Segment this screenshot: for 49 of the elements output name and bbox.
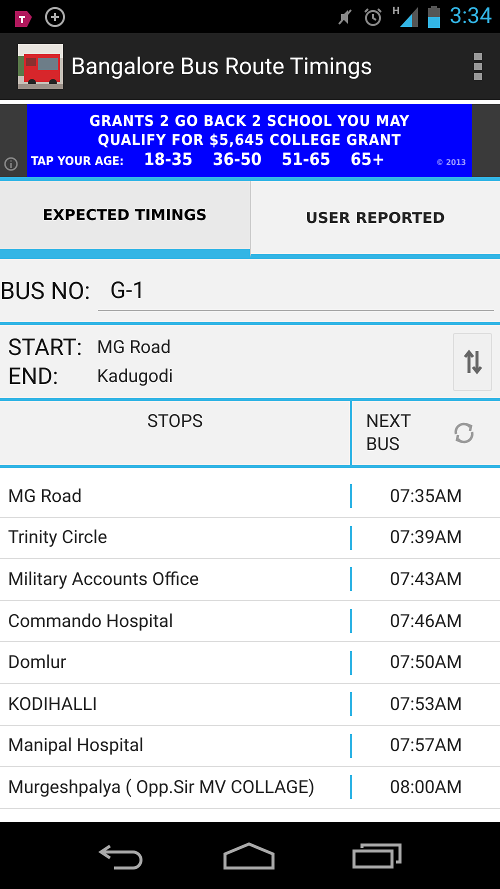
bus-time: 07:57AM <box>388 735 464 756</box>
bus-time: 07:53AM <box>388 694 464 715</box>
end-stop: Kadugodi <box>97 366 174 386</box>
bus-number-label: BUS NO: <box>0 276 90 304</box>
alarm-icon <box>362 6 383 26</box>
start-stop: MG Road <box>97 336 172 358</box>
stop-name: Manipal Hospital <box>7 735 145 756</box>
app-title: Bangalore Bus Route Timings <box>71 53 374 80</box>
stop-name: Commando Hospital <box>7 610 174 632</box>
stop-name: Trinity Circle <box>7 527 108 548</box>
info-icon[interactable] <box>4 157 18 171</box>
bus-time: 07:39AM <box>388 527 464 548</box>
age-option[interactable]: 36-50 <box>212 150 262 170</box>
battery-icon <box>428 6 440 28</box>
bus-time: 07:35AM <box>388 486 464 507</box>
swap-arrows-icon <box>462 348 482 374</box>
mute-icon <box>336 8 353 26</box>
ad-copyright: © 2013 <box>436 158 466 166</box>
end-label: END: <box>8 362 60 390</box>
tab[interactable]: EXPECTED TIMINGS <box>0 181 250 257</box>
bus-time: 08:00AM <box>388 776 464 798</box>
stop-name: KODIHALLI <box>7 694 98 715</box>
bus-time: 07:43AM <box>388 568 464 590</box>
overflow-menu-icon[interactable] <box>474 52 482 80</box>
ad-prompt: TAP YOUR AGE: <box>31 154 124 168</box>
bus-time: 07:50AM <box>388 652 464 674</box>
stop-name: Murgeshpalya ( Opp.Sir MV COLLAGE) <box>7 776 316 798</box>
clock-time: 3:34 <box>450 4 492 29</box>
ad-headline: QUALIFY FOR $5,645 COLLEGE GRANT <box>98 130 402 150</box>
swap-button[interactable] <box>453 332 492 390</box>
signal-icon <box>400 6 418 26</box>
column-header: NEXT BUS <box>366 410 412 456</box>
bus-number-field[interactable]: G-1 <box>98 270 494 311</box>
home-icon[interactable] <box>222 842 275 870</box>
age-option[interactable]: 65+ <box>350 150 385 170</box>
refresh-icon[interactable] <box>452 421 476 445</box>
recent-apps-icon[interactable] <box>352 842 402 868</box>
ad-banner[interactable]: GRANTS 2 GO BACK 2 SCHOOL YOU MAY QUALIFY FOR $5,645 COLLEGE GRANT TAP YOUR AGE: 18-35 36-50 51-65 65+ © 2013 <box>27 104 472 177</box>
column-header: STOPS <box>146 410 204 434</box>
stop-name: Domlur <box>7 652 68 674</box>
stop-name: MG Road <box>7 486 83 507</box>
bus-time: 07:46AM <box>388 610 464 632</box>
age-option[interactable]: 18-35 <box>144 150 193 170</box>
network-type-label: H <box>392 6 400 17</box>
ad-headline: GRANTS 2 GO BACK 2 SCHOOL YOU MAY <box>89 112 410 130</box>
start-label: START: <box>8 334 84 360</box>
stop-name: Military Accounts Office <box>7 568 200 590</box>
age-option[interactable]: 51-65 <box>282 150 331 170</box>
tab[interactable]: USER REPORTED <box>250 181 500 257</box>
